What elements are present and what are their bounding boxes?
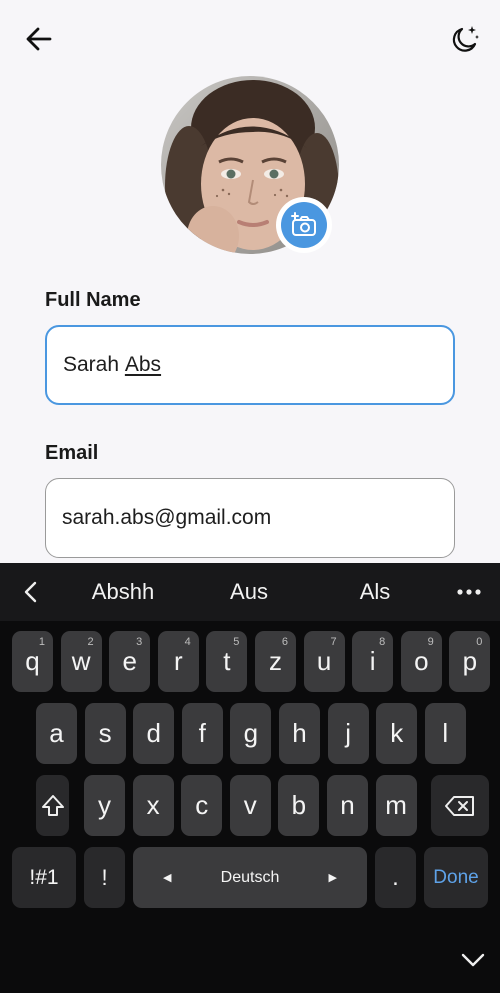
avatar-container <box>161 76 339 254</box>
key-i[interactable]: i8 <box>352 631 394 692</box>
add-photo-camera-icon <box>291 212 316 236</box>
key-b[interactable]: b <box>278 775 320 836</box>
backspace-key[interactable] <box>431 775 489 836</box>
full-name-input[interactable]: Sarah Abs <box>45 325 455 405</box>
full-name-label: Full Name <box>45 289 141 311</box>
key-label: w <box>71 646 91 676</box>
key-label: g <box>243 718 259 748</box>
suggestion-bar: Abshh Aus Als <box>0 563 500 621</box>
key-label: l <box>442 718 449 748</box>
key-y[interactable]: y <box>84 775 125 836</box>
email-value: sarah.abs@gmail.com <box>62 506 272 529</box>
key-m[interactable]: m <box>375 775 417 836</box>
space-key-label: Deutsch <box>220 868 280 886</box>
key-label: f <box>198 718 206 748</box>
arrow-left-icon <box>26 27 52 51</box>
key-p[interactable]: p0 <box>449 631 491 692</box>
key-x[interactable]: x <box>132 775 174 836</box>
key-v[interactable]: v <box>229 775 271 836</box>
key-e[interactable]: e3 <box>109 631 151 692</box>
more-horizontal-icon <box>457 589 481 595</box>
symbols-key[interactable]: !#1 <box>12 847 76 908</box>
change-photo-button[interactable] <box>276 197 332 253</box>
key-label: e <box>122 646 137 676</box>
key-label: j <box>345 718 351 748</box>
key-label: t <box>223 646 231 676</box>
suggestion-3[interactable]: Als <box>315 579 435 605</box>
caret-left-icon: ◀ <box>163 872 172 884</box>
key-w[interactable]: w2 <box>60 631 102 692</box>
key-label: v <box>243 790 257 820</box>
key-label: c <box>195 790 209 820</box>
key-s[interactable]: s <box>84 703 126 764</box>
full-name-value: Sarah <box>63 353 125 376</box>
key-n[interactable]: n <box>327 775 368 836</box>
key-j[interactable]: j <box>327 703 369 764</box>
key-label: d <box>146 718 161 748</box>
key-label: y <box>98 790 111 820</box>
key-label: s <box>98 718 112 748</box>
key-label: p <box>462 646 478 676</box>
key-hint: 8 <box>379 636 386 648</box>
key-z[interactable]: z6 <box>255 631 296 692</box>
key-label: r <box>173 646 183 676</box>
key-label: n <box>340 790 355 820</box>
key-label: k <box>390 718 404 748</box>
key-label: o <box>414 646 429 676</box>
key-hint: 0 <box>476 636 483 648</box>
backspace-icon <box>445 795 474 816</box>
suggestion-2[interactable]: Aus <box>189 579 309 605</box>
key-o[interactable]: o9 <box>400 631 442 692</box>
key-hint: 3 <box>136 636 143 648</box>
shift-key[interactable] <box>36 775 69 836</box>
key-hint: 6 <box>281 636 288 648</box>
key-label: i <box>369 646 376 676</box>
key-f[interactable]: f <box>181 703 223 764</box>
key-r[interactable]: r4 <box>157 631 199 692</box>
moon-stars-icon <box>452 26 479 52</box>
key-d[interactable]: d <box>133 703 175 764</box>
hide-keyboard-chevron-down-icon[interactable] <box>460 950 486 970</box>
key-hint: 1 <box>38 636 45 648</box>
key-t[interactable]: t5 <box>206 631 248 692</box>
chevron-left-icon[interactable] <box>18 579 44 605</box>
email-input[interactable]: sarah.abs@gmail.com <box>45 478 455 558</box>
key-u[interactable]: u7 <box>303 631 345 692</box>
exclamation-key[interactable]: ! <box>84 847 125 908</box>
shift-icon <box>41 794 64 816</box>
key-label: u <box>316 646 332 676</box>
more-options-button[interactable] <box>452 579 486 605</box>
key-q[interactable]: q1 <box>12 631 53 692</box>
caret-right-icon: ▶ <box>328 872 337 884</box>
camera-button-circle <box>281 202 327 248</box>
key-a[interactable]: a <box>36 703 77 764</box>
key-k[interactable]: k <box>376 703 418 764</box>
key-label: z <box>269 646 282 676</box>
key-g[interactable]: g <box>230 703 272 764</box>
period-key[interactable]: . <box>375 847 416 908</box>
key-label: x <box>146 790 160 820</box>
key-hint: 7 <box>330 636 337 648</box>
full-name-composing-text: Abs <box>124 353 162 376</box>
key-h[interactable]: h <box>279 703 320 764</box>
space-key[interactable]: ◀ Deutsch ▶ <box>133 847 367 908</box>
key-hint: 5 <box>233 636 240 648</box>
soft-keyboard: Abshh Aus Als q1w2e3r4t5z6u7i8o9p0 asdfg… <box>0 563 500 993</box>
edit-profile-screen: Full Name Sarah Abs Email sarah.abs@gmai… <box>0 0 500 563</box>
key-label: h <box>292 718 307 748</box>
key-label: m <box>385 790 407 820</box>
key-label: a <box>49 718 64 748</box>
suggestion-1[interactable]: Abshh <box>63 579 183 605</box>
key-hint: 9 <box>427 636 434 648</box>
key-hint: 4 <box>184 636 191 648</box>
done-key[interactable]: Done <box>424 847 488 908</box>
key-label: q <box>25 646 40 676</box>
key-c[interactable]: c <box>181 775 223 836</box>
theme-toggle-button[interactable] <box>446 22 482 58</box>
back-button[interactable] <box>22 22 56 56</box>
key-label: b <box>291 790 307 820</box>
key-hint: 2 <box>87 636 94 648</box>
email-label: Email <box>45 442 99 464</box>
key-l[interactable]: l <box>424 703 466 764</box>
